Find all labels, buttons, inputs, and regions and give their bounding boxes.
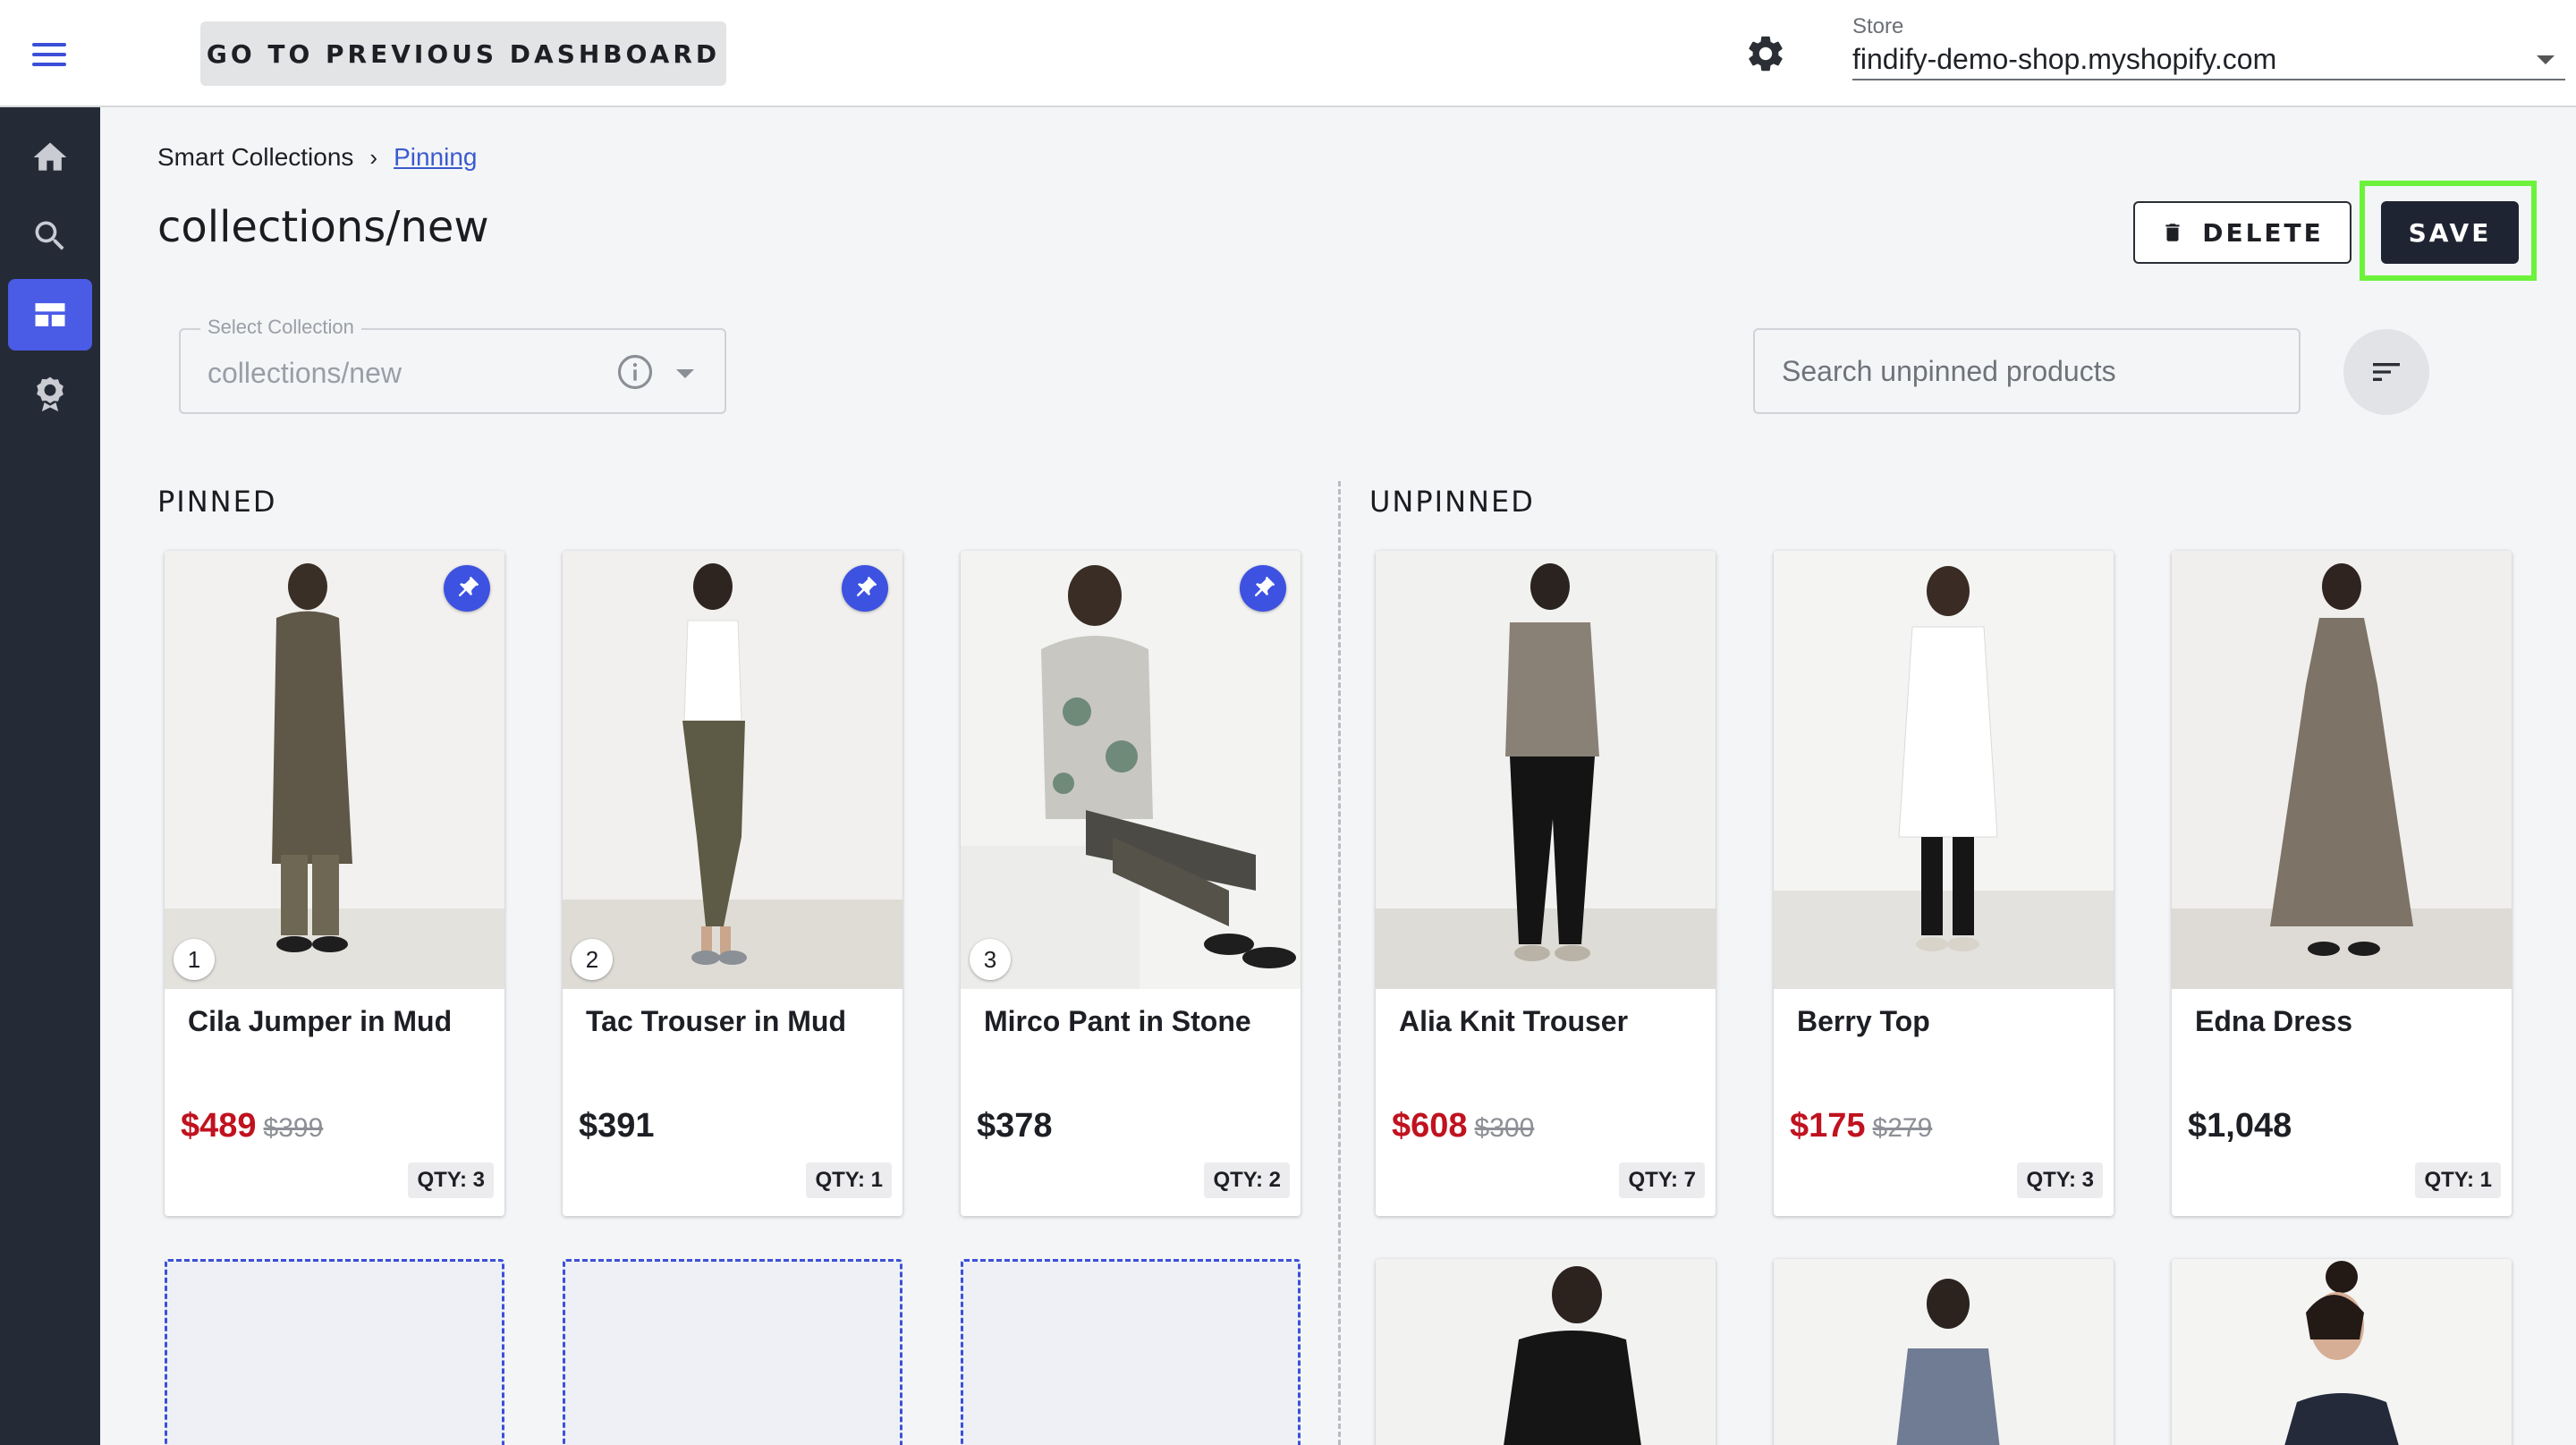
- sort-button[interactable]: [2343, 329, 2429, 415]
- product-image: [1376, 551, 1716, 989]
- quantity-badge: QTY: 3: [2017, 1162, 2103, 1198]
- product-image: [165, 551, 504, 989]
- product-name: Alia Knit Trouser: [1399, 1005, 1629, 1037]
- product-name: Berry Top: [1797, 1005, 1930, 1037]
- select-collection-label: Select Collection: [200, 316, 361, 339]
- price-current: $608: [1392, 1107, 1468, 1145]
- product-image: [2172, 1259, 2512, 1445]
- breadcrumb-pinning-link[interactable]: Pinning: [394, 143, 477, 172]
- dashboard-icon: [35, 303, 65, 326]
- quantity-badge: QTY: 7: [1619, 1162, 1705, 1198]
- delete-button[interactable]: DELETE: [2133, 201, 2351, 264]
- sidebar-item-dashboard[interactable]: [8, 279, 92, 351]
- position-badge: 1: [174, 939, 215, 980]
- select-collection-field[interactable]: Select Collection collections/new: [179, 316, 726, 414]
- pin-drop-slot[interactable]: [165, 1259, 504, 1445]
- unpinned-section-label: UNPINNED: [1369, 485, 1535, 519]
- badge-icon: [37, 376, 64, 412]
- top-bar: GO TO PREVIOUS DASHBOARD Store findify-d…: [0, 0, 2576, 107]
- product-card[interactable]: Berry Top $175 $279 QTY: 3: [1774, 551, 2114, 1216]
- pinned-section-label: PINNED: [157, 485, 277, 519]
- trash-icon: [2165, 224, 2180, 241]
- go-to-previous-dashboard-button[interactable]: GO TO PREVIOUS DASHBOARD: [200, 21, 726, 86]
- pin-drop-slot[interactable]: [563, 1259, 902, 1445]
- product-image: [1376, 1259, 1716, 1445]
- quantity-badge: QTY: 2: [1204, 1162, 1290, 1198]
- quantity-badge: QTY: 1: [806, 1162, 892, 1198]
- price-current: $391: [579, 1107, 655, 1145]
- product-image: [563, 551, 902, 989]
- product-card[interactable]: 1 Cila Jumper in Mud $489 $399 QTY: 3: [165, 551, 504, 1216]
- product-price: $489 $399: [181, 1107, 323, 1145]
- breadcrumb: Smart Collections › Pinning: [157, 143, 477, 172]
- page-title: collections/new: [157, 202, 489, 252]
- chevron-down-icon: [676, 369, 694, 378]
- sidebar: [0, 107, 100, 1445]
- select-collection-value: collections/new: [208, 357, 402, 389]
- product-card[interactable]: [2172, 1259, 2512, 1445]
- price-current: $489: [181, 1107, 257, 1145]
- product-name: Edna Dress: [2195, 1005, 2353, 1037]
- product-card[interactable]: [1376, 1259, 1716, 1445]
- search-icon: [35, 221, 64, 250]
- sidebar-item-home[interactable]: [8, 122, 92, 193]
- pin-icon[interactable]: [842, 565, 888, 612]
- quantity-badge: QTY: 3: [408, 1162, 494, 1198]
- pin-icon[interactable]: [1240, 565, 1286, 612]
- product-image: [2172, 551, 2512, 989]
- product-card[interactable]: 2 Tac Trouser in Mud $391 QTY: 1: [563, 551, 902, 1216]
- chevron-down-icon: [2537, 55, 2555, 64]
- pin-icon[interactable]: [444, 565, 490, 612]
- chevron-right-icon: ›: [369, 143, 378, 171]
- save-button[interactable]: SAVE: [2381, 201, 2519, 264]
- product-name: Tac Trouser in Mud: [586, 1005, 846, 1037]
- product-price: $391: [579, 1107, 655, 1145]
- product-card[interactable]: [1774, 1259, 2114, 1445]
- product-price: $608 $300: [1392, 1107, 1534, 1145]
- store-value: findify-demo-shop.myshopify.com: [1852, 43, 2277, 75]
- sidebar-item-badge[interactable]: [8, 358, 92, 429]
- position-badge: 2: [572, 939, 613, 980]
- price-compare: $399: [263, 1113, 324, 1143]
- product-price: $378: [977, 1107, 1053, 1145]
- pin-drop-slot[interactable]: [961, 1259, 1301, 1445]
- quantity-badge: QTY: 1: [2415, 1162, 2501, 1198]
- product-name: Mirco Pant in Stone: [984, 1005, 1251, 1037]
- sidebar-item-search[interactable]: [8, 200, 92, 272]
- product-card[interactable]: Alia Knit Trouser $608 $300 QTY: 7: [1376, 551, 1716, 1216]
- position-badge: 3: [970, 939, 1011, 980]
- product-price: $1,048: [2188, 1107, 2292, 1145]
- sort-icon: [2373, 363, 2400, 381]
- info-icon[interactable]: [616, 353, 654, 391]
- breadcrumb-root[interactable]: Smart Collections: [157, 143, 353, 172]
- price-compare: $279: [1872, 1113, 1933, 1143]
- price-current: $1,048: [2188, 1107, 2292, 1145]
- product-card[interactable]: 3 Mirco Pant in Stone $378 QTY: 2: [961, 551, 1301, 1216]
- price-current: $175: [1790, 1107, 1866, 1145]
- product-image: [1774, 551, 2114, 989]
- price-current: $378: [977, 1107, 1053, 1145]
- delete-label: DELETE: [2202, 217, 2324, 248]
- home-icon: [33, 142, 67, 171]
- product-price: $175 $279: [1790, 1107, 1932, 1145]
- product-name: Cila Jumper in Mud: [188, 1005, 453, 1037]
- store-select[interactable]: findify-demo-shop.myshopify.com: [1852, 39, 2565, 80]
- price-compare: $300: [1474, 1113, 1535, 1143]
- product-image: [1774, 1259, 2114, 1445]
- menu-icon[interactable]: [32, 43, 66, 66]
- store-label: Store: [1852, 14, 1904, 38]
- product-card[interactable]: Edna Dress $1,048 QTY: 1: [2172, 551, 2512, 1216]
- gear-icon[interactable]: [1744, 32, 1787, 75]
- section-divider: [1338, 481, 1341, 1445]
- search-unpinned-input[interactable]: [1753, 328, 2301, 414]
- product-image: [961, 551, 1301, 989]
